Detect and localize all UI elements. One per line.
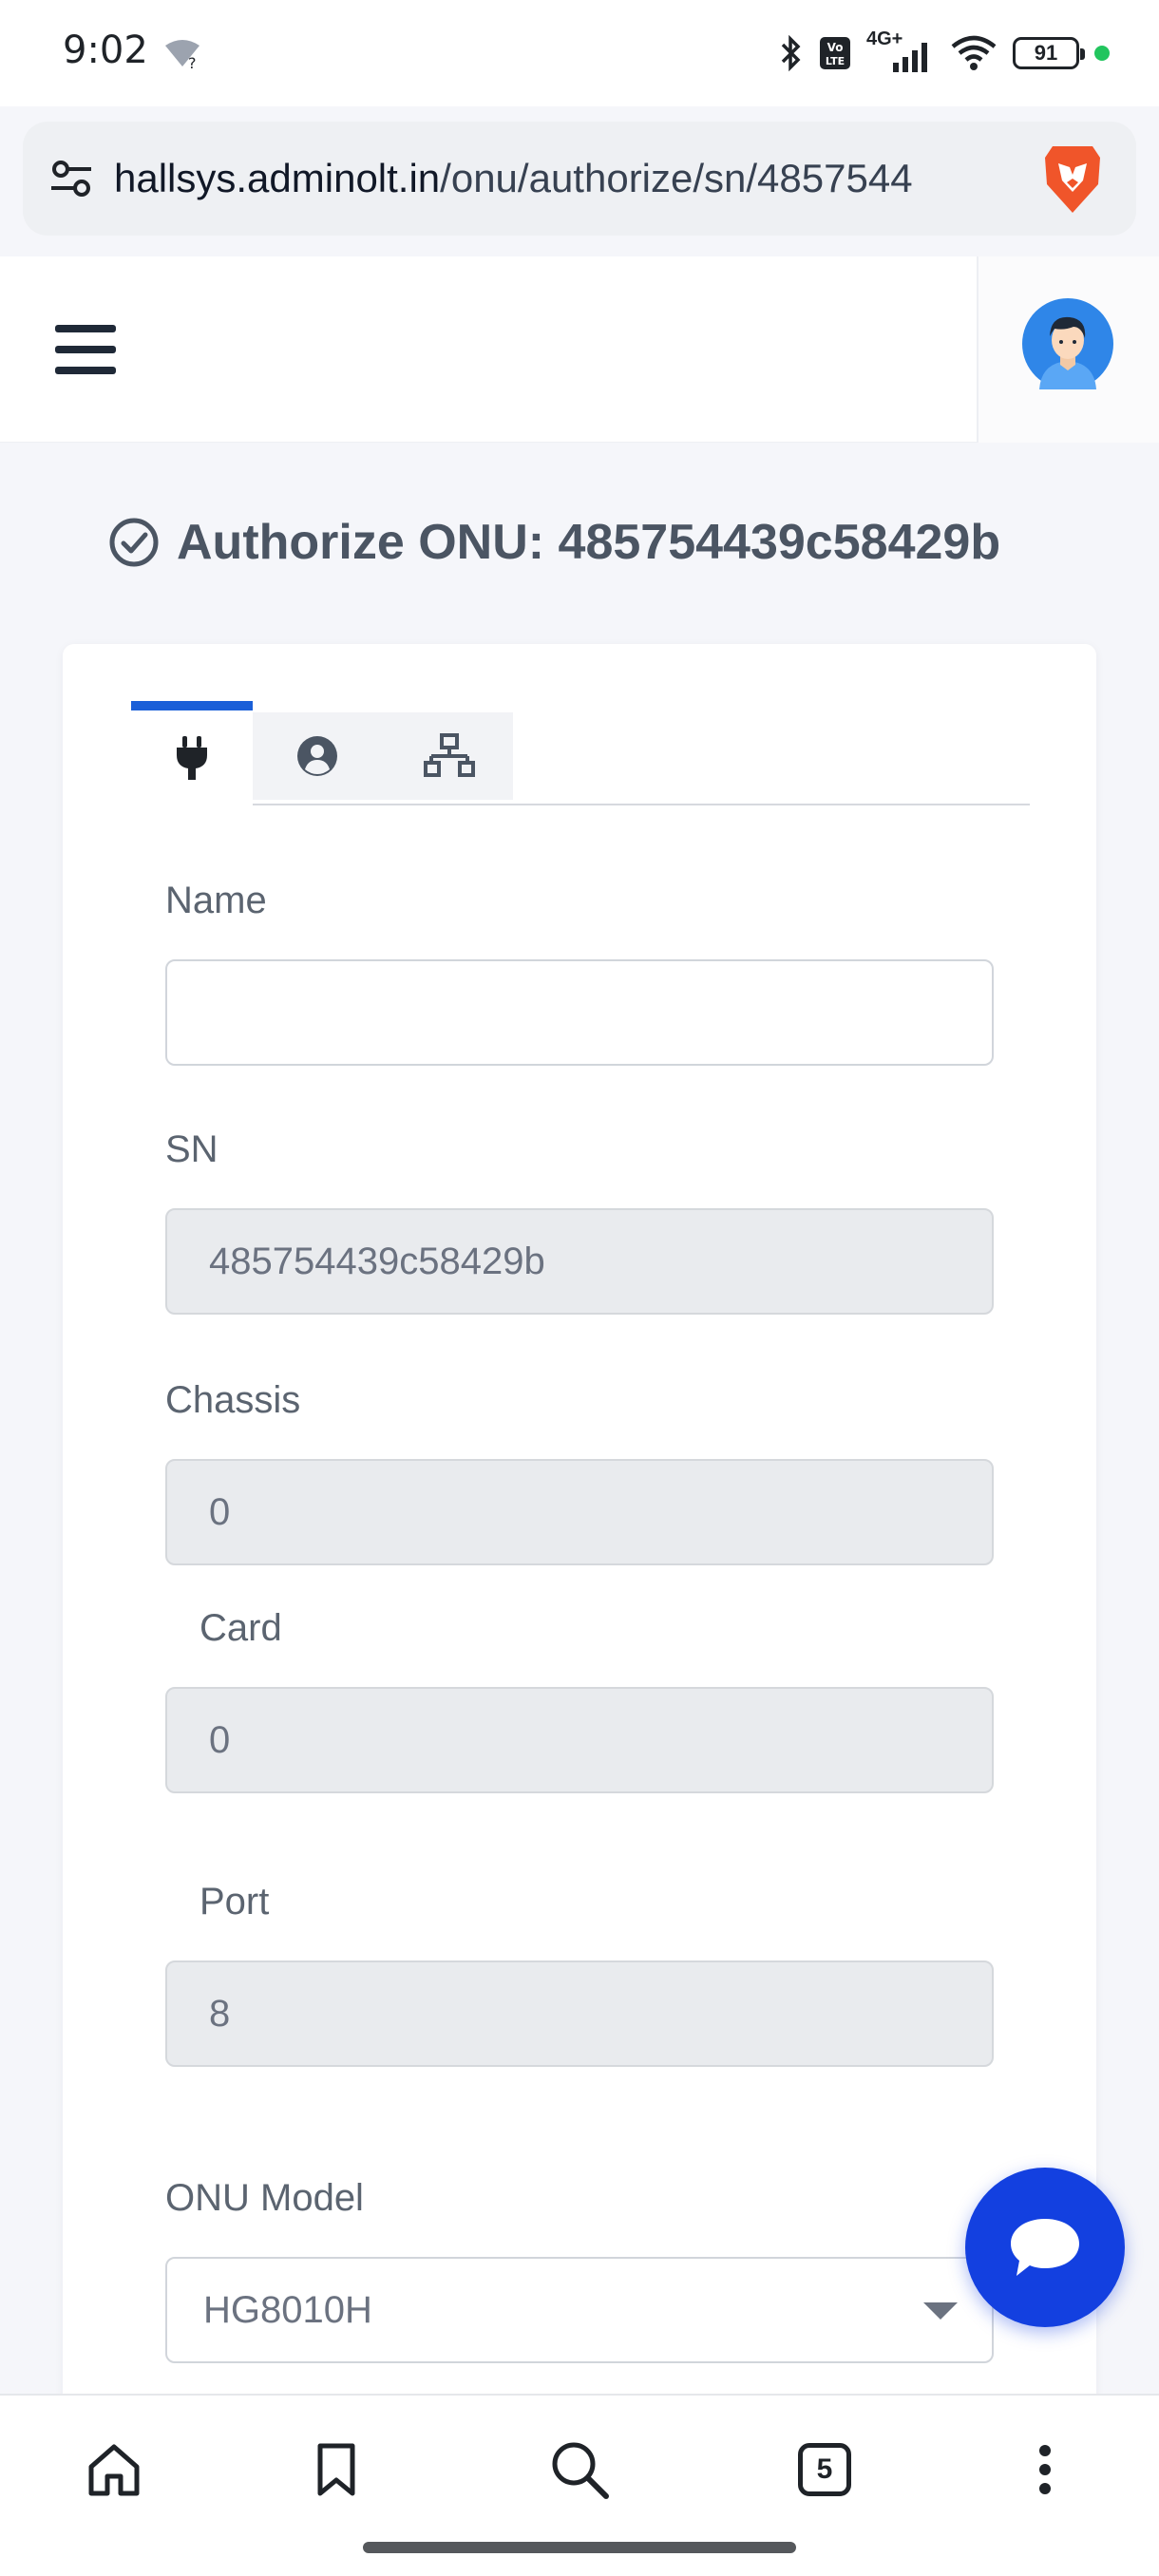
svg-text:LTE: LTE (826, 55, 845, 67)
sn-field: 485754439c58429b (165, 1208, 994, 1315)
user-menu[interactable] (977, 256, 1159, 443)
svg-text:Vo: Vo (827, 41, 844, 54)
card-field: 0 (165, 1687, 994, 1793)
hamburger-menu-icon[interactable] (55, 325, 116, 378)
chat-button[interactable] (965, 2168, 1125, 2327)
app-header (0, 256, 1159, 443)
search-button[interactable] (545, 2435, 614, 2504)
name-label: Name (165, 880, 267, 921)
status-time: 9:02 (63, 28, 148, 72)
wifi-question-icon: ? (165, 40, 200, 70)
port-label: Port (200, 1881, 270, 1923)
tab-count: 5 (816, 2453, 833, 2485)
chassis-field: 0 (165, 1459, 994, 1565)
check-circle-icon (109, 518, 159, 567)
brave-lion-icon[interactable] (1039, 142, 1106, 217)
plug-icon (177, 736, 207, 780)
onu-model-value: HG8010H (203, 2289, 372, 2331)
user-circle-icon[interactable] (296, 735, 338, 777)
gesture-home-indicator[interactable] (363, 2542, 796, 2553)
bluetooth-icon (781, 34, 801, 72)
card-label: Card (200, 1607, 282, 1649)
more-menu-button[interactable] (1011, 2435, 1079, 2504)
home-icon (88, 2444, 140, 2496)
volte-icon: Vo LTE (820, 37, 850, 69)
battery-level: 91 (1034, 41, 1058, 65)
url-path: /onu/authorize/sn/4857544 (440, 156, 913, 200)
avatar[interactable] (1022, 298, 1113, 389)
tab-bar (131, 701, 1030, 805)
tab-plug[interactable] (131, 701, 253, 805)
address-bar[interactable]: hallsys.adminolt.in/onu/authorize/sn/485… (23, 122, 1136, 236)
signal-icon: 4G+ (866, 28, 935, 72)
sn-label: SN (165, 1128, 218, 1170)
tab-count-icon: 5 (798, 2443, 851, 2496)
status-icons: Vo LTE 4G+ 91 (779, 28, 1110, 74)
onu-model-select[interactable]: HG8010H (165, 2257, 994, 2363)
chassis-label: Chassis (165, 1379, 301, 1421)
network-icon[interactable] (424, 733, 475, 779)
chat-bubble-icon (1011, 2219, 1079, 2276)
name-input[interactable] (165, 959, 994, 1066)
site-settings-icon[interactable] (49, 158, 93, 199)
battery-icon: 91 (1013, 37, 1085, 69)
tab-group-secondary (253, 712, 513, 800)
wifi-icon (951, 35, 997, 70)
status-bar: 9:02 ? Vo LTE 4G+ 91 (0, 0, 1159, 106)
url-host: hallsys.adminolt.in (114, 156, 441, 200)
search-icon (552, 2442, 609, 2499)
onu-model-label: ONU Model (165, 2177, 364, 2219)
url-text[interactable]: hallsys.adminolt.in/onu/authorize/sn/485… (114, 150, 1036, 207)
bookmark-icon (317, 2443, 355, 2496)
svg-text:?: ? (188, 54, 197, 70)
page-title: Authorize ONU: 485754439c58429b (108, 509, 1058, 576)
tabs-button[interactable]: 5 (790, 2435, 859, 2504)
bookmarks-button[interactable] (302, 2435, 370, 2504)
chevron-down-icon (923, 2302, 958, 2320)
page-title-text: Authorize ONU: 485754439c58429b (177, 515, 1001, 570)
port-field: 8 (165, 1960, 994, 2067)
more-vert-icon (1039, 2445, 1051, 2494)
privacy-indicator-dot (1094, 46, 1110, 61)
authorize-card: Name SN 485754439c58429b Chassis 0 Card … (63, 644, 1096, 2449)
home-button[interactable] (80, 2435, 148, 2504)
